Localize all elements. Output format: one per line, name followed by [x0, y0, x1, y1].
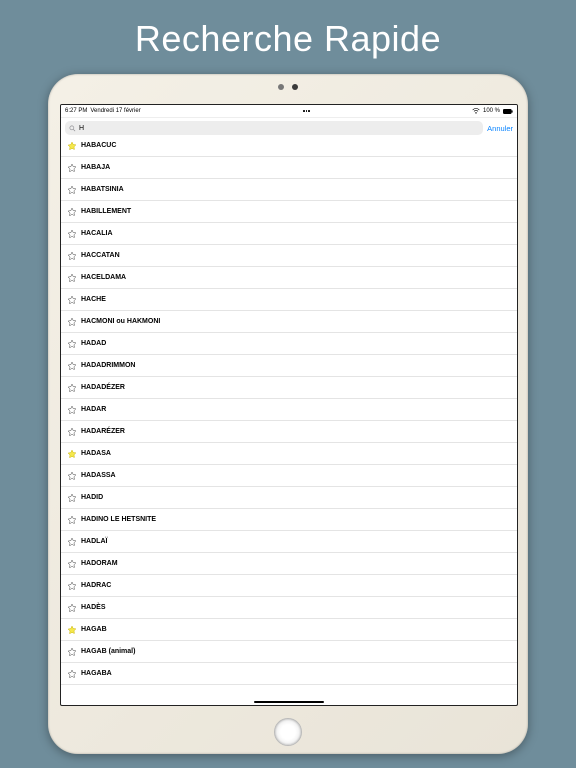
star-icon[interactable] — [67, 405, 77, 415]
list-item-label: HACELDAMA — [81, 274, 126, 281]
list-item[interactable]: HABILLEMENT — [61, 201, 517, 223]
list-item[interactable]: HACALIA — [61, 223, 517, 245]
wifi-icon — [472, 108, 480, 114]
list-item[interactable]: HADASA — [61, 443, 517, 465]
list-item-label: HAGABA — [81, 670, 112, 677]
list-item-label: HADRAC — [81, 582, 111, 589]
list-item[interactable]: HAGAB — [61, 619, 517, 641]
star-icon[interactable] — [67, 537, 77, 547]
list-item[interactable]: HADARÉZER — [61, 421, 517, 443]
list-item-label: HADAD — [81, 340, 106, 347]
ipad-frame: 6:27 PM Vendredi 17 février 100 % — [48, 74, 528, 754]
star-icon[interactable] — [67, 427, 77, 437]
list-item[interactable]: HADRAC — [61, 575, 517, 597]
search-query-text: H — [79, 125, 84, 132]
home-indicator — [254, 701, 324, 703]
list-item[interactable]: HABATSINIA — [61, 179, 517, 201]
list-item-label: HADARÉZER — [81, 428, 125, 435]
search-input[interactable]: H — [65, 121, 483, 135]
star-icon[interactable] — [67, 515, 77, 525]
list-item-label: HABILLEMENT — [81, 208, 131, 215]
status-date: Vendredi 17 février — [90, 108, 140, 114]
list-item-label: HADINO LE HETSNITE — [81, 516, 156, 523]
star-icon[interactable] — [67, 251, 77, 261]
status-battery-pct: 100 % — [483, 108, 500, 114]
list-item[interactable]: HABAJA — [61, 157, 517, 179]
list-item-label: HABACUC — [81, 142, 116, 149]
star-icon[interactable] — [67, 361, 77, 371]
list-item-label: HAGAB (animal) — [81, 648, 135, 655]
list-item-label: HACMONI ou HAKMONI — [81, 318, 160, 325]
star-icon[interactable] — [67, 185, 77, 195]
search-icon — [69, 125, 76, 132]
star-icon[interactable] — [67, 449, 77, 459]
status-dots — [303, 110, 310, 112]
list-item[interactable]: HADINO LE HETSNITE — [61, 509, 517, 531]
battery-icon — [503, 109, 513, 114]
star-icon[interactable] — [67, 647, 77, 657]
star-icon[interactable] — [67, 295, 77, 305]
star-icon[interactable] — [67, 207, 77, 217]
list-item-label: HADASA — [81, 450, 111, 457]
list-item-label: HADAR — [81, 406, 106, 413]
list-item[interactable]: HADÈS — [61, 597, 517, 619]
list-item[interactable]: HAGABA — [61, 663, 517, 685]
list-item[interactable]: HADASSA — [61, 465, 517, 487]
list-item[interactable]: HACCATAN — [61, 245, 517, 267]
star-icon[interactable] — [67, 471, 77, 481]
home-button[interactable] — [274, 718, 302, 746]
list-item[interactable]: HABACUC — [61, 135, 517, 157]
star-icon[interactable] — [67, 163, 77, 173]
list-item-label: HACCATAN — [81, 252, 120, 259]
star-icon[interactable] — [67, 229, 77, 239]
list-item[interactable]: HADORAM — [61, 553, 517, 575]
list-item-label: HADLAÏ — [81, 538, 107, 545]
star-icon[interactable] — [67, 273, 77, 283]
list-item-label: HADADÉZER — [81, 384, 125, 391]
star-icon[interactable] — [67, 339, 77, 349]
list-item-label: HADASSA — [81, 472, 116, 479]
star-icon[interactable] — [67, 669, 77, 679]
list-item-label: HACALIA — [81, 230, 113, 237]
list-item-label: HADADRIMMON — [81, 362, 135, 369]
list-item[interactable]: HADAD — [61, 333, 517, 355]
page-title: Recherche Rapide — [0, 18, 576, 60]
star-icon[interactable] — [67, 603, 77, 613]
list-item[interactable]: HADID — [61, 487, 517, 509]
results-list[interactable]: HABACUC HABAJA HABATSINIA HABILLEMENT HACALI… — [61, 135, 517, 705]
list-item[interactable]: HACHE — [61, 289, 517, 311]
list-item[interactable]: HADAR — [61, 399, 517, 421]
list-item-label: HADORAM — [81, 560, 118, 567]
list-item[interactable]: HAGAB (animal) — [61, 641, 517, 663]
list-item[interactable]: HADLAÏ — [61, 531, 517, 553]
star-icon[interactable] — [67, 317, 77, 327]
star-icon[interactable] — [67, 383, 77, 393]
cancel-button[interactable]: Annuler — [487, 124, 513, 133]
status-time: 6:27 PM — [65, 108, 87, 114]
list-item[interactable]: HACELDAMA — [61, 267, 517, 289]
star-icon[interactable] — [67, 625, 77, 635]
star-icon[interactable] — [67, 141, 77, 151]
list-item[interactable]: HACMONI ou HAKMONI — [61, 311, 517, 333]
star-icon[interactable] — [67, 581, 77, 591]
ipad-camera-cluster — [48, 84, 528, 90]
list-item-label: HADID — [81, 494, 103, 501]
list-item-label: HABATSINIA — [81, 186, 124, 193]
list-item[interactable]: HADADÉZER — [61, 377, 517, 399]
star-icon[interactable] — [67, 493, 77, 503]
status-bar: 6:27 PM Vendredi 17 février 100 % — [61, 105, 517, 118]
star-icon[interactable] — [67, 559, 77, 569]
list-item-label: HAGAB — [81, 626, 107, 633]
list-item-label: HABAJA — [81, 164, 110, 171]
list-item-label: HACHE — [81, 296, 106, 303]
list-item-label: HADÈS — [81, 604, 106, 611]
ipad-screen: 6:27 PM Vendredi 17 février 100 % — [60, 104, 518, 706]
list-item[interactable]: HADADRIMMON — [61, 355, 517, 377]
